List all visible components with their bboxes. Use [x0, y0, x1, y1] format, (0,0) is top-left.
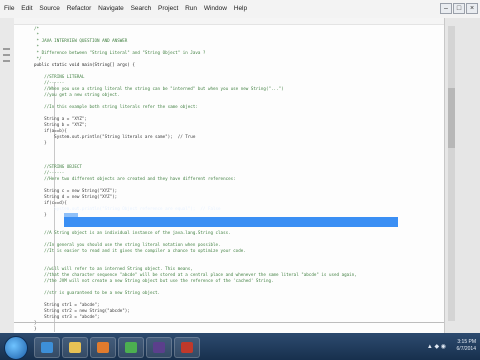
code-line[interactable]: System.out.println("String Object refere… — [34, 206, 220, 212]
code-line[interactable]: //It is easier to read and it gives the … — [34, 248, 246, 254]
code-line[interactable]: * JAVA INTERVIEW QUESTION AND ANSWER — [34, 38, 128, 44]
taskbar-chrome-icon[interactable] — [118, 337, 144, 358]
menu-run[interactable]: Run — [185, 5, 197, 12]
code-line[interactable]: } — [34, 326, 37, 332]
system-clock[interactable]: 3:15 PM 6/7/2014 — [457, 339, 476, 353]
maximize-icon[interactable]: □ — [453, 3, 465, 14]
clock-time: 3:15 PM — [457, 339, 476, 345]
minimize-icon[interactable]: – — [440, 3, 452, 14]
code-line[interactable]: public static void main(String[] args) { — [34, 62, 135, 68]
code-line[interactable]: } — [34, 212, 47, 218]
code-line[interactable]: System.out.println("String literals are … — [34, 134, 195, 140]
menu-file[interactable]: File — [4, 5, 14, 12]
code-line[interactable]: * Difference between "String Literal" an… — [34, 50, 206, 56]
taskbar-eclipse-icon[interactable] — [146, 337, 172, 358]
right-panel — [445, 18, 480, 333]
tray-icons[interactable]: ▲ ◆ ◉ — [427, 343, 446, 350]
code-line[interactable]: //the JVM will not create a new String o… — [34, 278, 273, 284]
taskbar-media-icon[interactable] — [90, 337, 116, 358]
scrollbar-thumb[interactable] — [448, 88, 455, 148]
taskbar-ie-icon[interactable] — [34, 337, 60, 358]
code-line[interactable]: } — [34, 140, 47, 146]
close-icon[interactable]: × — [466, 3, 478, 14]
code-area[interactable]: /* * * JAVA INTERVIEW QUESTION AND ANSWE… — [14, 26, 444, 331]
desktop-screen: File Edit Source Refactor Navigate Searc… — [0, 0, 480, 360]
code-line[interactable]: String str3 = "abcde"; — [34, 314, 99, 320]
code-editor[interactable]: /* * * JAVA INTERVIEW QUESTION AND ANSWE… — [14, 18, 445, 333]
taskbar-explorer-icon[interactable] — [62, 337, 88, 358]
code-line[interactable]: //you get a new string object. — [34, 92, 120, 98]
toolbar-marker-icon[interactable] — [3, 48, 10, 50]
clock-date: 6/7/2014 — [456, 346, 476, 352]
toolbar-marker-icon[interactable] — [3, 54, 10, 56]
taskbar: ▲ ◆ ◉ 3:15 PM 6/7/2014 — [0, 333, 480, 360]
menu-window[interactable]: Window — [204, 5, 227, 12]
menu-project[interactable]: Project — [158, 5, 178, 12]
toolbar-marker-icon[interactable] — [3, 60, 10, 62]
code-line[interactable]: //In this example both string literals r… — [34, 104, 198, 110]
menu-source[interactable]: Source — [39, 5, 60, 12]
menu-refactor[interactable]: Refactor — [67, 5, 92, 12]
code-line[interactable]: //A String object is an individual insta… — [34, 230, 231, 236]
editor-bottom-border — [14, 322, 444, 323]
menu-edit[interactable]: Edit — [21, 5, 32, 12]
vertical-scrollbar[interactable] — [448, 26, 455, 321]
start-button[interactable] — [4, 336, 28, 360]
menu-navigate[interactable]: Navigate — [98, 5, 124, 12]
code-line[interactable]: //Here two different objects are created… — [34, 176, 236, 182]
editor-ruler — [14, 18, 444, 25]
menu-help[interactable]: Help — [234, 5, 247, 12]
left-toolbar — [0, 18, 15, 333]
ide-menubar: File Edit Source Refactor Navigate Searc… — [0, 0, 480, 19]
taskbar-app-icon[interactable] — [174, 337, 200, 358]
menu-items: File Edit Source Refactor Navigate Searc… — [4, 5, 252, 12]
code-line[interactable]: //str is guaranteed to be a new String o… — [34, 290, 160, 296]
menu-search[interactable]: Search — [131, 5, 152, 12]
